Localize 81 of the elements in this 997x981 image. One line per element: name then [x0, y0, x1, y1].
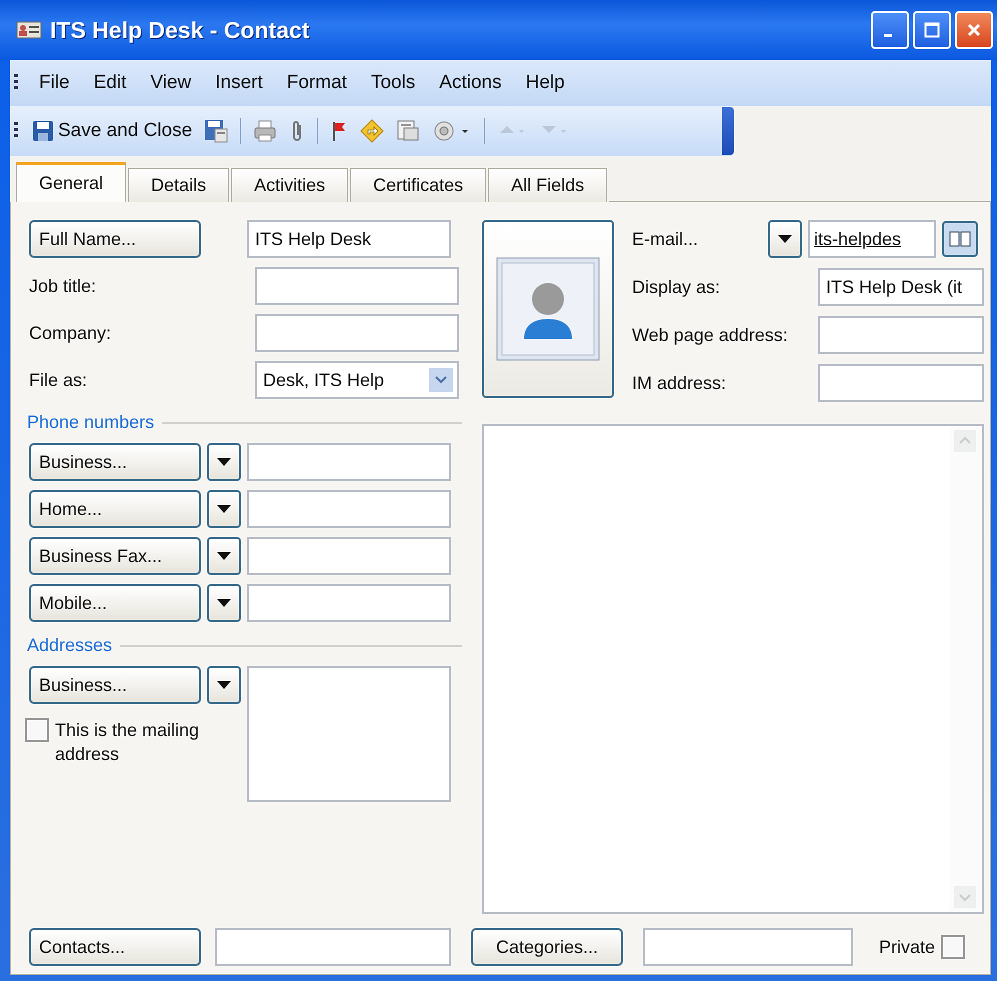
field-label: Display as: [632, 276, 722, 298]
phone-number-field[interactable] [247, 584, 451, 622]
web-page-field[interactable] [818, 316, 984, 354]
scrollbar[interactable] [950, 426, 982, 912]
field-label: IM address: [632, 372, 728, 394]
dropdown-button[interactable] [207, 443, 241, 481]
address-book-icon[interactable] [942, 221, 978, 257]
scroll-down-icon[interactable] [954, 886, 976, 908]
tab[interactable]: Certificates [350, 168, 486, 202]
menu-item[interactable]: View [141, 68, 200, 98]
section-heading: Addresses [27, 635, 112, 656]
categories-field[interactable] [643, 928, 853, 966]
tab[interactable]: All Fields [488, 168, 608, 202]
minimize-icon [884, 34, 892, 36]
window-title: ITS Help Desk - Contact [50, 16, 310, 44]
categories-button[interactable]: Categories... [471, 928, 623, 966]
display-as-field[interactable]: ITS Help Desk (it [818, 268, 984, 306]
maximize-button[interactable] [913, 11, 951, 49]
caret-down-icon [217, 599, 231, 607]
contact-card-icon [16, 20, 42, 40]
private-label: Private [879, 936, 936, 958]
email-field[interactable]: its-helpdes [808, 220, 936, 258]
caret-down-icon [778, 235, 792, 243]
job-title-field[interactable] [255, 267, 459, 305]
field-label: Job title: [28, 276, 98, 296]
dropdown-button[interactable] [207, 584, 241, 622]
tab[interactable]: General [16, 162, 126, 202]
phone-type-button[interactable]: Business... [29, 443, 201, 481]
close-button[interactable] [955, 11, 993, 49]
person-icon [496, 257, 600, 361]
menu-item[interactable]: Tools [362, 68, 424, 98]
phone-type-button[interactable]: Business Fax... [29, 537, 201, 575]
scroll-up-icon[interactable] [954, 430, 976, 452]
notes-field[interactable] [482, 424, 984, 914]
address-type-button[interactable]: Business... [29, 666, 201, 704]
field-label: Web page address: [632, 324, 789, 346]
caret-down-icon [217, 681, 231, 689]
section-heading: Phone numbers [27, 412, 154, 433]
mailing-address-checkbox[interactable] [25, 718, 49, 742]
toolbar-options-icon[interactable] [722, 107, 734, 155]
phone-type-button[interactable]: Mobile... [29, 584, 201, 622]
menu-item[interactable]: File [30, 68, 79, 98]
file-as-dropdown[interactable]: Desk, ITS Help [255, 361, 459, 399]
contacts-field[interactable] [215, 928, 451, 966]
menu-item[interactable]: Format [278, 68, 356, 98]
field-label: Company: [28, 322, 112, 344]
phone-number-field[interactable] [247, 443, 451, 481]
close-icon [966, 22, 982, 38]
dropdown-button[interactable] [768, 220, 802, 258]
grip-icon [14, 122, 18, 140]
save-and-close-button[interactable]: Save and Close [28, 118, 196, 144]
minimize-button[interactable] [871, 11, 909, 49]
menu-item[interactable]: Actions [430, 68, 511, 98]
email-label: E-mail... [632, 228, 700, 250]
chevron-down-icon [429, 368, 453, 392]
address-field[interactable] [247, 666, 451, 802]
tab[interactable]: Details [128, 168, 230, 202]
contact-picture-button[interactable] [482, 220, 614, 398]
caret-down-icon [217, 552, 231, 560]
maximize-icon [924, 22, 940, 38]
private-checkbox[interactable] [941, 935, 966, 959]
dropdown-button[interactable] [207, 537, 241, 575]
full-name-button[interactable]: Full Name... [29, 220, 201, 258]
field-label: File as: [28, 370, 88, 390]
checkbox-label: This is the mailing address [55, 719, 200, 766]
tab[interactable]: Activities [231, 168, 348, 202]
company-field[interactable] [255, 314, 459, 352]
phone-number-field[interactable] [247, 490, 451, 528]
menu-item[interactable]: Edit [84, 68, 136, 98]
dropdown-button[interactable] [207, 666, 241, 704]
caret-down-icon [217, 505, 231, 513]
caret-down-icon [217, 458, 231, 466]
im-address-field[interactable] [818, 364, 984, 402]
phone-type-button[interactable]: Home... [29, 490, 201, 528]
full-name-field[interactable]: ITS Help Desk [247, 220, 451, 258]
menu-item[interactable]: Help [516, 68, 574, 98]
grip-icon [14, 74, 18, 92]
menu-item[interactable]: Insert [206, 68, 272, 98]
phone-number-field[interactable] [247, 537, 451, 575]
dropdown-button[interactable] [207, 490, 241, 528]
contacts-button[interactable]: Contacts... [29, 928, 201, 966]
